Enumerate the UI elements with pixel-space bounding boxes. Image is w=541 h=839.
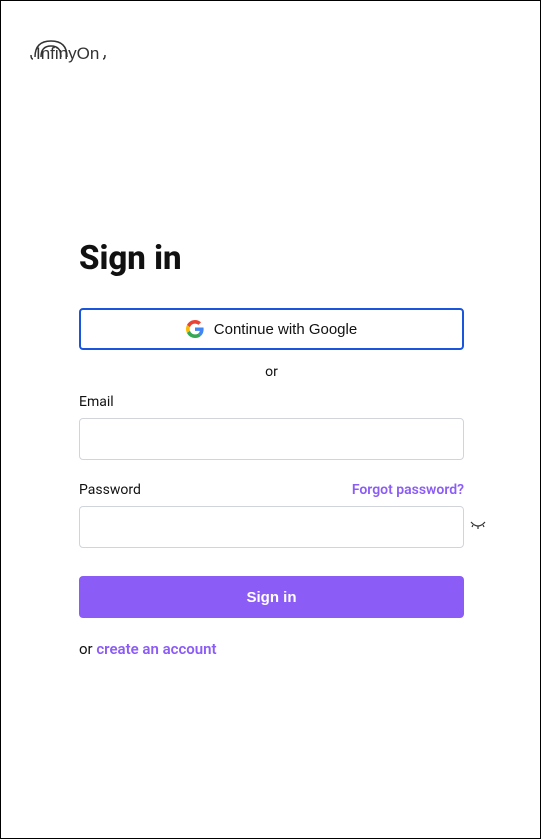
signin-button[interactable]: Sign in xyxy=(79,576,464,618)
google-icon xyxy=(186,320,204,338)
continue-with-google-button[interactable]: Continue with Google xyxy=(79,308,464,350)
signup-prompt: or create an account xyxy=(79,640,464,658)
svg-text:InfinyOn: InfinyOn xyxy=(36,44,99,63)
password-label: Password xyxy=(79,482,141,498)
password-input[interactable] xyxy=(79,506,464,548)
password-field-group: Password Forgot password? xyxy=(79,482,464,548)
email-label: Email xyxy=(79,394,464,410)
page-title: Sign in xyxy=(79,239,464,278)
signup-prefix: or xyxy=(79,640,96,658)
email-input[interactable] xyxy=(79,418,464,460)
signin-form: Sign in Continue with Google or Email Pa… xyxy=(79,239,464,658)
google-button-label: Continue with Google xyxy=(214,321,357,338)
infinyon-logo-icon: InfinyOn xyxy=(29,29,111,65)
brand-logo: InfinyOn xyxy=(29,29,111,69)
divider-text: or xyxy=(79,364,464,380)
email-field-group: Email xyxy=(79,394,464,460)
forgot-password-link[interactable]: Forgot password? xyxy=(352,482,464,498)
create-account-link[interactable]: create an account xyxy=(96,640,216,658)
toggle-password-visibility-icon[interactable] xyxy=(470,520,486,535)
